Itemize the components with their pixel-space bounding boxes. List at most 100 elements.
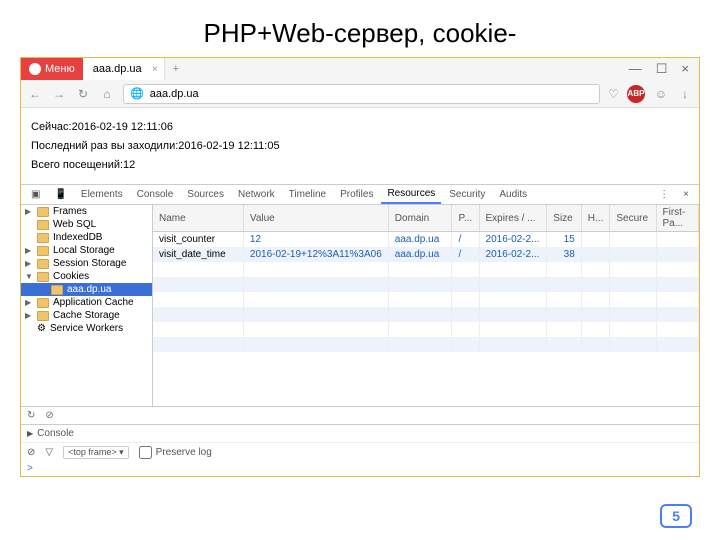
- tree-arrow-icon: [25, 298, 33, 307]
- sidebar-label: Cache Storage: [53, 310, 120, 321]
- cell-firstpa: [656, 247, 699, 262]
- col-size[interactable]: Size: [547, 205, 582, 232]
- sidebar-item-cache-storage[interactable]: Cache Storage: [21, 309, 152, 322]
- close-icon[interactable]: ×: [152, 64, 158, 75]
- sidebar-item-application-cache[interactable]: Application Cache: [21, 296, 152, 309]
- now-line: Сейчас:2016-02-19 12:11:06: [31, 121, 689, 133]
- sidebar-item-indexeddb[interactable]: IndexedDB: [21, 231, 152, 244]
- inspect-icon[interactable]: ▣: [25, 185, 46, 204]
- col-expires-[interactable]: Expires / ...: [479, 205, 547, 232]
- col-p-[interactable]: P...: [452, 205, 479, 232]
- cell-expires: 2016-02-2...: [479, 232, 547, 247]
- table-row: [153, 322, 699, 337]
- window-controls: — ☐ ×: [619, 61, 699, 77]
- table-toolbar: ↻ ⊘: [21, 406, 699, 424]
- console-header-label: Console: [37, 428, 74, 439]
- forward-icon[interactable]: →: [51, 87, 67, 101]
- cell-path: /: [452, 232, 479, 247]
- folder-icon: [37, 272, 49, 282]
- col-secure[interactable]: Secure: [610, 205, 656, 232]
- maximize-icon[interactable]: ☐: [656, 61, 668, 77]
- opera-menu-button[interactable]: Меню: [21, 58, 83, 80]
- devtools-tab-audits[interactable]: Audits: [493, 185, 533, 204]
- sidebar-label: Application Cache: [53, 297, 134, 308]
- cell-size: 15: [547, 232, 582, 247]
- frame-selector[interactable]: <top frame> ▾: [63, 446, 129, 459]
- table-row[interactable]: visit_date_time2016-02-19+12%3A11%3A06aa…: [153, 247, 699, 262]
- clear-console-icon[interactable]: ⊘: [27, 447, 35, 458]
- user-icon[interactable]: ☺: [653, 87, 669, 101]
- col-domain[interactable]: Domain: [388, 205, 452, 232]
- sidebar-label: IndexedDB: [53, 232, 102, 243]
- minimize-icon[interactable]: —: [629, 61, 642, 77]
- cell-http: [581, 232, 610, 247]
- browser-tab[interactable]: aaa.dp.ua ×: [83, 58, 165, 80]
- sidebar-label: Local Storage: [53, 245, 115, 256]
- devtools-menu-icon[interactable]: ⋮: [653, 185, 675, 204]
- sidebar-item-service-workers[interactable]: ⚙Service Workers: [21, 322, 152, 335]
- tree-arrow-icon: [25, 272, 33, 281]
- console-prompt[interactable]: >: [21, 461, 699, 476]
- devtools-tab-sources[interactable]: Sources: [181, 185, 230, 204]
- page-content: Сейчас:2016-02-19 12:11:06 Последний раз…: [21, 108, 699, 184]
- sidebar-label: Service Workers: [50, 323, 123, 334]
- close-window-icon[interactable]: ×: [681, 61, 689, 77]
- download-icon[interactable]: ↓: [677, 87, 693, 101]
- device-icon[interactable]: 📱: [48, 185, 72, 204]
- devtools-tab-profiles[interactable]: Profiles: [334, 185, 379, 204]
- delete-icon[interactable]: ⊘: [45, 410, 53, 421]
- table-row: [153, 307, 699, 322]
- refresh-icon[interactable]: ↻: [27, 410, 35, 421]
- devtools-tab-security[interactable]: Security: [443, 185, 491, 204]
- preserve-log-input[interactable]: [139, 446, 152, 459]
- slide-number: 5: [660, 504, 692, 528]
- tree-arrow-icon: [25, 207, 33, 216]
- sidebar-item-frames[interactable]: Frames: [21, 205, 152, 218]
- table-row: [153, 277, 699, 292]
- browser-window: Меню aaa.dp.ua × + — ☐ × ← → ↻ ⌂ 🌐 ♡ ABP…: [20, 57, 700, 477]
- abp-icon[interactable]: ABP: [627, 85, 645, 103]
- sidebar-item-cookies[interactable]: Cookies: [21, 270, 152, 283]
- preserve-log-checkbox[interactable]: Preserve log: [139, 446, 212, 459]
- opera-icon: [29, 63, 41, 75]
- cell-path: /: [452, 247, 479, 262]
- url-input[interactable]: [150, 88, 594, 100]
- sidebar-item-session-storage[interactable]: Session Storage: [21, 257, 152, 270]
- cell-expires: 2016-02-2...: [479, 247, 547, 262]
- tree-arrow-icon: [25, 259, 33, 268]
- reload-icon[interactable]: ↻: [75, 87, 91, 101]
- devtools-tab-elements[interactable]: Elements: [75, 185, 129, 204]
- sidebar-label: Session Storage: [53, 258, 126, 269]
- sidebar-label: Frames: [53, 206, 87, 217]
- sidebar-label: Cookies: [53, 271, 89, 282]
- back-icon[interactable]: ←: [27, 87, 43, 101]
- filter-icon[interactable]: ▽: [45, 447, 53, 458]
- col-h-[interactable]: H...: [581, 205, 610, 232]
- tab-bar: Меню aaa.dp.ua × + — ☐ ×: [21, 58, 699, 80]
- devtools-tab-console[interactable]: Console: [131, 185, 180, 204]
- col-name[interactable]: Name: [153, 205, 243, 232]
- home-icon[interactable]: ⌂: [99, 87, 115, 101]
- cell-secure: [610, 232, 656, 247]
- url-box[interactable]: 🌐: [123, 84, 600, 104]
- sidebar-label: aaa.dp.ua: [67, 284, 112, 295]
- col-value[interactable]: Value: [243, 205, 388, 232]
- sidebar-item-web-sql[interactable]: Web SQL: [21, 218, 152, 231]
- sidebar-item-local-storage[interactable]: Local Storage: [21, 244, 152, 257]
- devtools-tab-timeline[interactable]: Timeline: [283, 185, 332, 204]
- folder-icon: [51, 285, 63, 295]
- table-row: [153, 337, 699, 352]
- folder-icon: [37, 233, 49, 243]
- devtools-tabbar: ▣ 📱 ElementsConsoleSourcesNetworkTimelin…: [21, 185, 699, 205]
- sidebar-item-aaa.dp.ua[interactable]: aaa.dp.ua: [21, 283, 152, 296]
- devtools-close-icon[interactable]: ×: [677, 185, 695, 204]
- new-tab-button[interactable]: +: [165, 63, 187, 75]
- devtools-tab-network[interactable]: Network: [232, 185, 281, 204]
- col-first-pa-[interactable]: First-Pa...: [656, 205, 699, 232]
- bookmark-icon[interactable]: ♡: [608, 87, 619, 101]
- devtools-tab-resources[interactable]: Resources: [381, 185, 441, 204]
- table-row: [153, 292, 699, 307]
- cell-value: 2016-02-19+12%3A11%3A06: [243, 247, 388, 262]
- console-chevron-icon[interactable]: ▶: [27, 429, 33, 438]
- table-row[interactable]: visit_counter12aaa.dp.ua/2016-02-2...15: [153, 232, 699, 247]
